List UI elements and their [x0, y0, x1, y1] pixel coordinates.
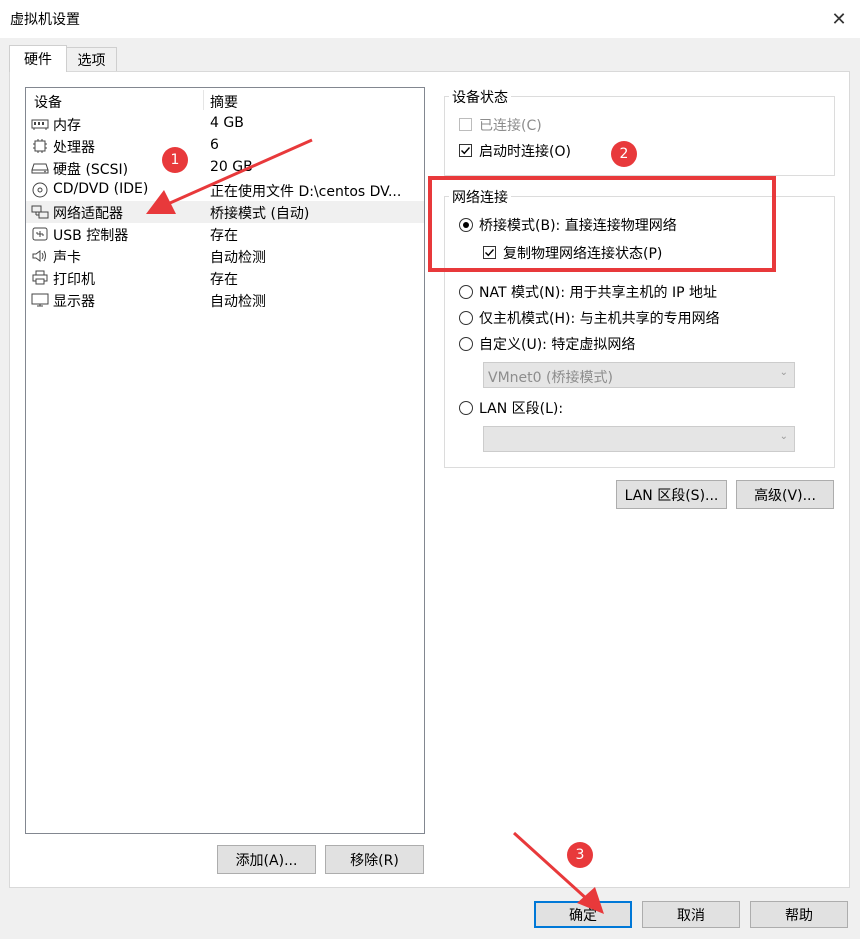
annotation-badge-3: 3 — [567, 842, 593, 868]
annotation-arrows — [146, 138, 604, 914]
annotation-badge-2: 2 — [611, 141, 637, 167]
annotation-badge-1: 1 — [162, 147, 188, 173]
annotation-arrow-3 — [512, 831, 604, 914]
tab-hardware-label: 硬件 — [24, 52, 52, 68]
tab-hardware[interactable]: 硬件 — [9, 45, 67, 72]
